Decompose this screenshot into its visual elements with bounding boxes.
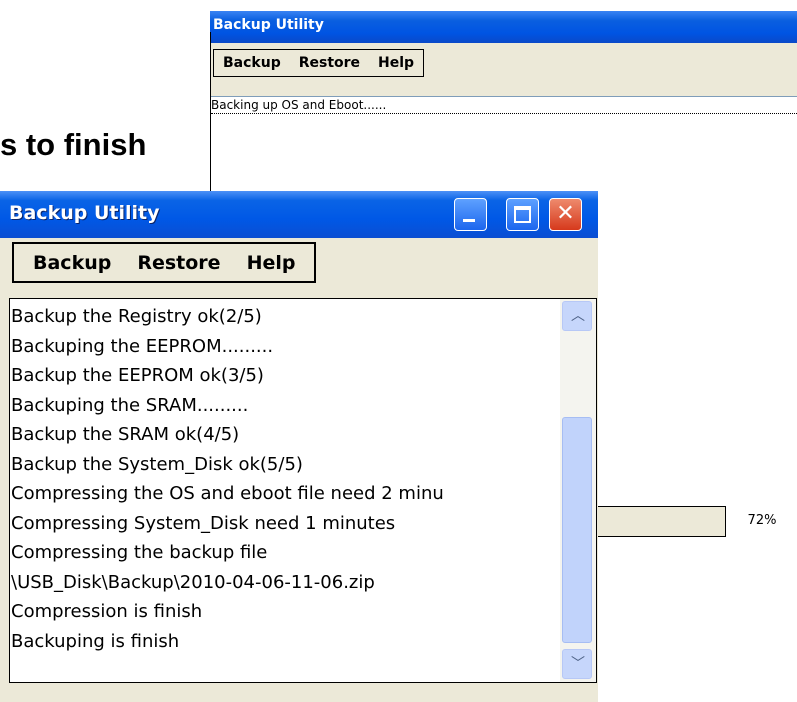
menu-help[interactable]: Help (234, 252, 309, 274)
background-window: Backup Utility Backup Restore Help Backi… (210, 11, 797, 197)
log-line: Backup the System_Disk ok(5/5) (11, 453, 303, 475)
chevron-up-icon: ︿ (571, 308, 585, 324)
minimize-icon (463, 219, 475, 222)
log-line: Compression is finish (11, 601, 203, 622)
log-line: Backuping is finish (11, 630, 180, 652)
maximize-button[interactable] (506, 198, 539, 231)
log-listbox[interactable]: Backup the Registry ok(2/5) Backuping the… (9, 298, 597, 683)
log-line: Backuping the SRAM......... (11, 394, 249, 416)
main-window: Backup Utility ✕ Backup Restore Help Bac… (0, 191, 598, 702)
progress-label: 72% (747, 513, 777, 528)
maximize-icon (514, 206, 531, 223)
progress-track (598, 506, 726, 537)
close-button[interactable]: ✕ (549, 198, 582, 231)
background-menu-help[interactable]: Help (369, 55, 423, 71)
log-line: Compressing System_Disk need 1 minutes (11, 512, 396, 534)
scroll-thumb[interactable] (562, 417, 592, 643)
log-line: Compressing the OS and eboot file need 2… (11, 483, 444, 504)
scroll-down-button[interactable]: ﹀ (562, 649, 592, 679)
progress-bar: 72% (598, 506, 797, 537)
scroll-up-button[interactable]: ︿ (562, 301, 592, 331)
background-menu-backup[interactable]: Backup (214, 55, 290, 71)
title-bar[interactable]: Backup Utility ✕ (0, 191, 598, 238)
background-menu-bar: Backup Restore Help (213, 49, 425, 77)
background-status-text: Backing up OS and Eboot...... (211, 98, 797, 114)
minimize-button[interactable] (454, 198, 487, 231)
log-line: Backuping the EEPROM......... (11, 335, 274, 357)
log-line: Compressing the backup file (11, 542, 268, 563)
chevron-down-icon: ﹀ (571, 656, 585, 672)
log-list: Backup the Registry ok(2/5) Backuping the… (11, 302, 556, 656)
window-title: Backup Utility (9, 202, 160, 224)
background-title-bar: Backup Utility (210, 11, 797, 43)
close-icon: ✕ (556, 201, 575, 226)
log-line: Backup the SRAM ok(4/5) (11, 424, 240, 445)
background-menu-restore[interactable]: Restore (290, 55, 369, 71)
menu-restore[interactable]: Restore (124, 252, 233, 274)
menu-bar: Backup Restore Help (12, 242, 317, 283)
vertical-scrollbar[interactable]: ︿ ﹀ (560, 299, 596, 682)
log-line: \USB_Disk\Backup\2010-04-06-11-06.zip (11, 571, 375, 593)
divider (210, 32, 211, 197)
heading-fragment: s to finish (0, 127, 147, 162)
log-line: Backup the EEPROM ok(3/5) (11, 365, 264, 386)
status-strip (9, 683, 597, 702)
menu-backup[interactable]: Backup (20, 252, 124, 274)
background-status-area: Backing up OS and Eboot...... (210, 96, 797, 197)
log-line: Backup the Registry ok(2/5) (11, 306, 262, 327)
background-window-title: Backup Utility (213, 17, 324, 33)
